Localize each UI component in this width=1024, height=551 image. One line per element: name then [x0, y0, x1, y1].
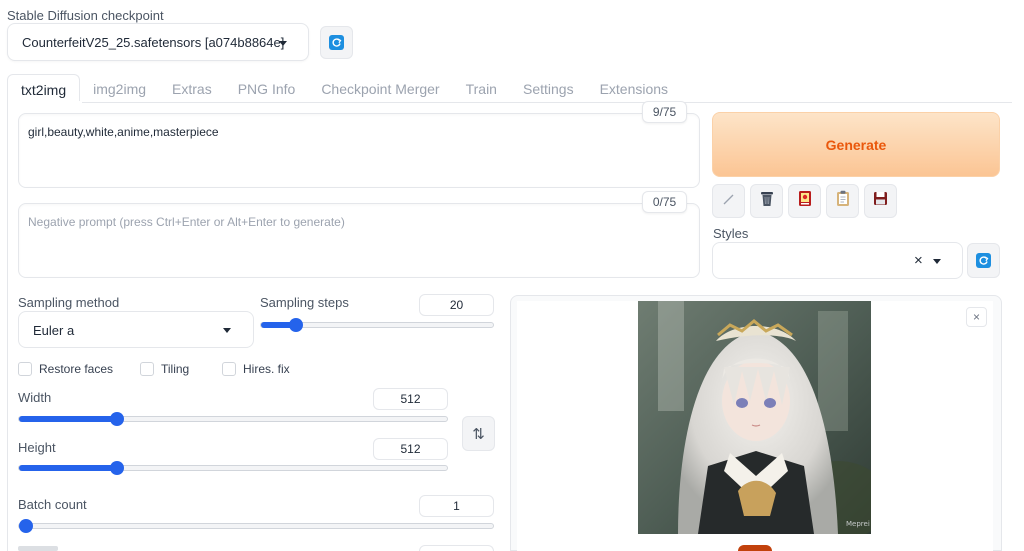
chevron-down-icon	[933, 259, 941, 264]
refresh-styles-button[interactable]	[967, 243, 1000, 278]
batch-count-slider[interactable]	[18, 519, 494, 533]
active-tab-gap	[8, 101, 82, 104]
main-tabs: txt2img img2img Extras PNG Info Checkpoi…	[7, 74, 681, 104]
hires-fix-label: Hires. fix	[243, 362, 290, 376]
width-input[interactable]: 512	[373, 388, 448, 410]
tab-txt2img[interactable]: txt2img	[7, 74, 81, 104]
width-slider[interactable]	[18, 412, 448, 426]
save-style-icon	[873, 191, 888, 211]
sampling-steps-label: Sampling steps	[260, 295, 349, 310]
checkpoint-value: CounterfeitV25_25.safetensors [a074b8864…	[22, 35, 285, 50]
tab-divider	[7, 102, 1012, 103]
sampling-steps-input[interactable]: 20	[419, 294, 494, 316]
slider-thumb[interactable]	[19, 519, 33, 533]
height-slider[interactable]	[18, 461, 448, 475]
styles-dropdown[interactable]: ×	[712, 242, 963, 279]
checkpoint-label: Stable Diffusion checkpoint	[7, 8, 164, 23]
batch-size-label-partial	[18, 546, 58, 551]
tab-extras[interactable]: Extras	[159, 74, 225, 104]
prompt-input[interactable]: girl,beauty,white,anime,masterpiece	[18, 113, 700, 188]
slider-thumb[interactable]	[110, 461, 125, 475]
negative-prompt-input[interactable]: Negative prompt (press Ctrl+Enter or Alt…	[18, 203, 700, 278]
extra-networks-button[interactable]	[788, 184, 821, 218]
sampling-method-label: Sampling method	[18, 295, 120, 310]
close-preview-button[interactable]: ×	[966, 307, 987, 327]
slider-fill	[19, 416, 118, 422]
panel-border	[7, 102, 8, 551]
tab-checkpoint-merger[interactable]: Checkpoint Merger	[308, 74, 452, 104]
generate-button[interactable]: Generate	[712, 112, 1000, 177]
slider-thumb[interactable]	[288, 318, 303, 332]
image-thumbnail-partial[interactable]	[738, 545, 772, 551]
batch-count-label: Batch count	[18, 497, 87, 512]
tiling-label: Tiling	[161, 362, 190, 376]
batch-count-input[interactable]: 1	[419, 495, 494, 517]
image-watermark: Meprei	[846, 520, 870, 528]
clear-styles-icon[interactable]: ×	[914, 252, 923, 269]
chevron-down-icon	[223, 328, 231, 333]
slider-thumb[interactable]	[110, 412, 125, 426]
hires-fix-checkbox[interactable]	[222, 362, 236, 376]
model-card-icon	[798, 190, 812, 212]
height-label: Height	[18, 440, 56, 455]
sampling-method-dropdown[interactable]: Euler a	[18, 311, 254, 348]
read-params-button[interactable]	[712, 184, 745, 218]
slider-fill	[19, 465, 118, 471]
clipboard-icon	[836, 190, 850, 212]
tab-train[interactable]: Train	[453, 74, 510, 104]
tab-settings[interactable]: Settings	[510, 74, 587, 104]
checkpoint-dropdown[interactable]: CounterfeitV25_25.safetensors [a074b8864…	[7, 23, 309, 61]
tab-img2img[interactable]: img2img	[80, 74, 159, 104]
tiling-checkbox[interactable]	[140, 362, 154, 376]
refresh-icon	[329, 35, 344, 50]
sampling-steps-slider[interactable]	[260, 318, 494, 332]
negative-prompt-token-counter: 0/75	[642, 191, 687, 213]
close-icon: ×	[972, 310, 980, 324]
styles-label: Styles	[713, 226, 749, 241]
prompt-token-counter: 9/75	[642, 101, 687, 123]
clear-prompt-button[interactable]	[750, 184, 783, 218]
generated-image[interactable]: Meprei	[638, 301, 871, 534]
tab-extensions[interactable]: Extensions	[587, 74, 681, 104]
height-input[interactable]: 512	[373, 438, 448, 460]
width-label: Width	[18, 390, 52, 405]
paint-brush-icon	[722, 192, 736, 211]
save-style-button[interactable]	[864, 184, 897, 218]
trash-icon	[759, 190, 775, 212]
swap-dimensions-button[interactable]: ⇅	[462, 416, 495, 451]
restore-faces-label: Restore faces	[39, 362, 114, 376]
batch-size-input-partial[interactable]	[419, 545, 494, 551]
chevron-down-icon	[279, 41, 287, 46]
swap-icon: ⇅	[472, 425, 485, 443]
restore-faces-checkbox[interactable]	[18, 362, 32, 376]
apply-style-button[interactable]	[826, 184, 859, 218]
refresh-icon	[976, 253, 991, 268]
refresh-checkpoints-button[interactable]	[320, 26, 353, 59]
tab-png-info[interactable]: PNG Info	[225, 74, 309, 104]
sampling-method-value: Euler a	[33, 323, 75, 338]
